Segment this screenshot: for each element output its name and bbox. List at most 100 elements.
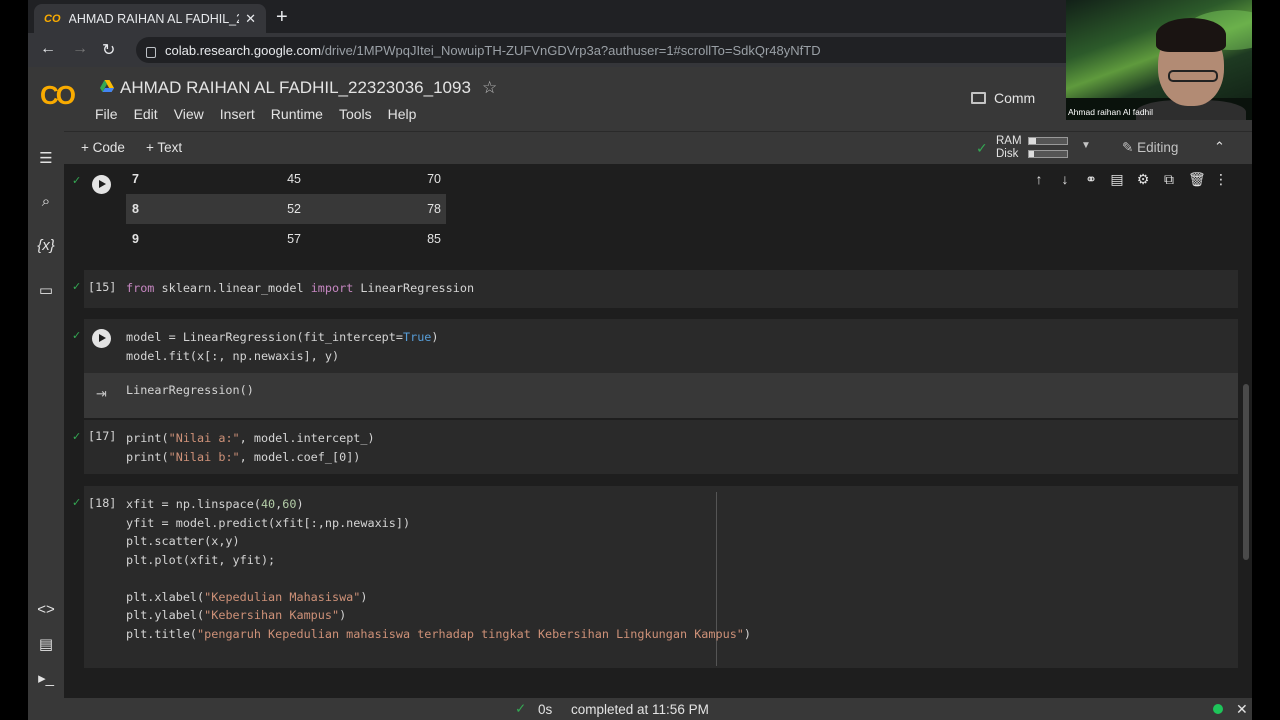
menu-file[interactable]: File (95, 106, 118, 122)
code-cell[interactable]: ✓ [15] from sklearn.linear_model import … (72, 270, 1238, 308)
left-sidebar: ☰ ⌕ {x} ▭ <> ▤ ▸_ (28, 131, 64, 698)
code-cell-active[interactable]: ✓ model = LinearRegression(fit_intercept… (72, 319, 1238, 373)
delete-icon[interactable]: 🗑 (1188, 171, 1206, 188)
colab-logo[interactable]: CO (40, 80, 76, 111)
output-icon[interactable]: ⇥ (96, 386, 107, 402)
menu-help[interactable]: Help (388, 106, 417, 122)
status-bar: ✓ 0s completed at 11:56 PM ✕ (28, 698, 1252, 720)
cell-status-check-icon: ✓ (72, 175, 82, 187)
link-icon[interactable]: ⚭ (1084, 171, 1098, 188)
notebook-scrollbar[interactable] (1240, 164, 1252, 698)
table-row: 9 57 85 (126, 224, 446, 254)
code-cell[interactable]: ✓ [18] xfit = np.linspace(40,60) yfit = … (72, 486, 1238, 668)
webcam-name-label: Ahmad raihan Al fadhil (1068, 107, 1154, 117)
notebook-area: ✓ 7 45 70 8 52 78 9 57 85 ↑ ↓ ⚭ ▤ ⚙ ⧉ 🗑 … (64, 164, 1252, 698)
cell-value: 78 (427, 202, 441, 216)
execution-time[interactable]: 0s (538, 702, 552, 717)
execution-count: [18] (88, 496, 117, 510)
collapse-header-icon[interactable]: ⌃ (1214, 139, 1225, 155)
colab-favicon-icon: CO (44, 12, 61, 25)
webcam-person-glasses (1168, 70, 1218, 82)
colab-window: CO AHMAD RAIHAN AL FADHIL_223 ✕ + ← → ↻ … (28, 0, 1252, 720)
url-host: colab.research.google.com (165, 42, 322, 58)
table-row: 8 52 78 (126, 194, 446, 224)
execution-count: [15] (88, 280, 117, 294)
cell-value: 45 (287, 172, 301, 186)
forward-arrow-icon[interactable]: → (72, 40, 88, 58)
ram-meter (1028, 137, 1068, 145)
menu-view[interactable]: View (174, 106, 204, 122)
cell-value: 52 (287, 202, 301, 216)
reload-icon[interactable]: ↻ (102, 40, 115, 60)
disk-meter (1028, 150, 1068, 158)
new-tab-icon[interactable]: + (276, 6, 288, 29)
connection-status-icon (1213, 704, 1223, 714)
files-folder-icon[interactable]: ▭ (28, 281, 64, 299)
comment-icon (971, 92, 986, 104)
star-icon[interactable]: ☆ (482, 78, 497, 98)
cell-value: 85 (427, 232, 441, 246)
run-cell-button[interactable] (92, 329, 111, 348)
cell-output: ⇥ LinearRegression() (84, 373, 1238, 418)
more-options-icon[interactable]: ⋮ (1214, 171, 1228, 188)
resource-labels[interactable]: RAM Disk (996, 135, 1022, 161)
comment-label: Comm (994, 90, 1036, 106)
cell-value: 57 (287, 232, 301, 246)
table-row: 7 45 70 (126, 164, 446, 194)
cell-action-toolbar: ↑ ↓ ⚭ ▤ ⚙ ⧉ 🗑 ⋮ (1032, 171, 1229, 188)
add-text-button[interactable]: + Text (146, 140, 182, 155)
google-drive-icon (100, 80, 114, 92)
browser-tab[interactable]: CO AHMAD RAIHAN AL FADHIL_223 ✕ (34, 4, 266, 33)
code-cell[interactable]: ✓ [17] print("Nilai a:", model.intercept… (72, 420, 1238, 474)
move-down-icon[interactable]: ↓ (1058, 171, 1072, 188)
close-status-icon[interactable]: ✕ (1236, 701, 1248, 718)
completion-status[interactable]: completed at 11:56 PM (571, 702, 709, 717)
status-check-icon: ✓ (515, 701, 527, 716)
code-editor[interactable]: xfit = np.linspace(40,60) yfit = model.p… (126, 495, 751, 643)
move-up-icon[interactable]: ↑ (1032, 171, 1046, 188)
menu-edit[interactable]: Edit (134, 106, 158, 122)
menu-insert[interactable]: Insert (220, 106, 255, 122)
cell-status-check-icon: ✓ (72, 497, 82, 509)
menu-runtime[interactable]: Runtime (271, 106, 323, 122)
cell-value: 70 (427, 172, 441, 186)
notebook-title[interactable]: AHMAD RAIHAN AL FADHIL_22323036_1093 (120, 78, 471, 98)
dataframe-output-cell: ✓ 7 45 70 8 52 78 9 57 85 ↑ ↓ ⚭ ▤ ⚙ ⧉ 🗑 … (72, 164, 1238, 260)
cell-status-check-icon: ✓ (72, 281, 82, 293)
notebook-toolbar: + Code + Text ✓ RAM Disk ▼ ✎ Editing ⌃ (28, 131, 1252, 164)
code-editor[interactable]: from sklearn.linear_model import LinearR… (126, 279, 474, 298)
output-text: LinearRegression() (126, 383, 254, 397)
resources-dropdown-icon[interactable]: ▼ (1081, 140, 1091, 151)
code-snippets-icon[interactable]: <> (28, 601, 64, 618)
editing-label: Editing (1137, 140, 1179, 155)
command-palette-icon[interactable]: ▤ (28, 635, 64, 653)
code-editor[interactable]: model = LinearRegression(fit_intercept=T… (126, 328, 439, 365)
disk-meter-fill (1029, 151, 1034, 157)
editing-mode-button[interactable]: ✎ Editing (1122, 140, 1178, 156)
lock-icon (146, 46, 156, 58)
terminal-icon[interactable]: ▸_ (28, 669, 64, 687)
mirror-cell-icon[interactable]: ⧉ (1162, 171, 1176, 188)
webcam-person-hair (1156, 18, 1226, 52)
code-editor[interactable]: print("Nilai a:", model.intercept_) prin… (126, 429, 375, 466)
comment-cell-icon[interactable]: ▤ (1110, 171, 1124, 188)
search-icon[interactable]: ⌕ (28, 193, 64, 210)
settings-gear-icon[interactable]: ⚙ (1136, 171, 1150, 188)
scrollbar-thumb[interactable] (1243, 384, 1249, 560)
add-code-button[interactable]: + Code (81, 140, 125, 155)
variables-icon[interactable]: {x} (28, 237, 64, 254)
table-of-contents-icon[interactable]: ☰ (28, 149, 64, 167)
url-path: /drive/1MPWpqJItei_NowuipTH-ZUFVnGDVrp3a… (321, 42, 821, 58)
close-tab-icon[interactable]: ✕ (245, 11, 256, 27)
comment-button[interactable]: Comm (971, 90, 1035, 106)
resource-meters[interactable] (1028, 137, 1068, 163)
row-index: 7 (132, 172, 139, 186)
tab-title: AHMAD RAIHAN AL FADHIL_223 (68, 11, 240, 26)
disk-label: Disk (996, 148, 1019, 160)
execution-count: [17] (88, 429, 117, 443)
back-arrow-icon[interactable]: ← (40, 40, 56, 58)
menu-bar: File Edit View Insert Runtime Tools Help (95, 106, 416, 122)
ram-label: RAM (996, 135, 1022, 147)
run-cell-button[interactable] (92, 175, 111, 194)
menu-tools[interactable]: Tools (339, 106, 372, 122)
